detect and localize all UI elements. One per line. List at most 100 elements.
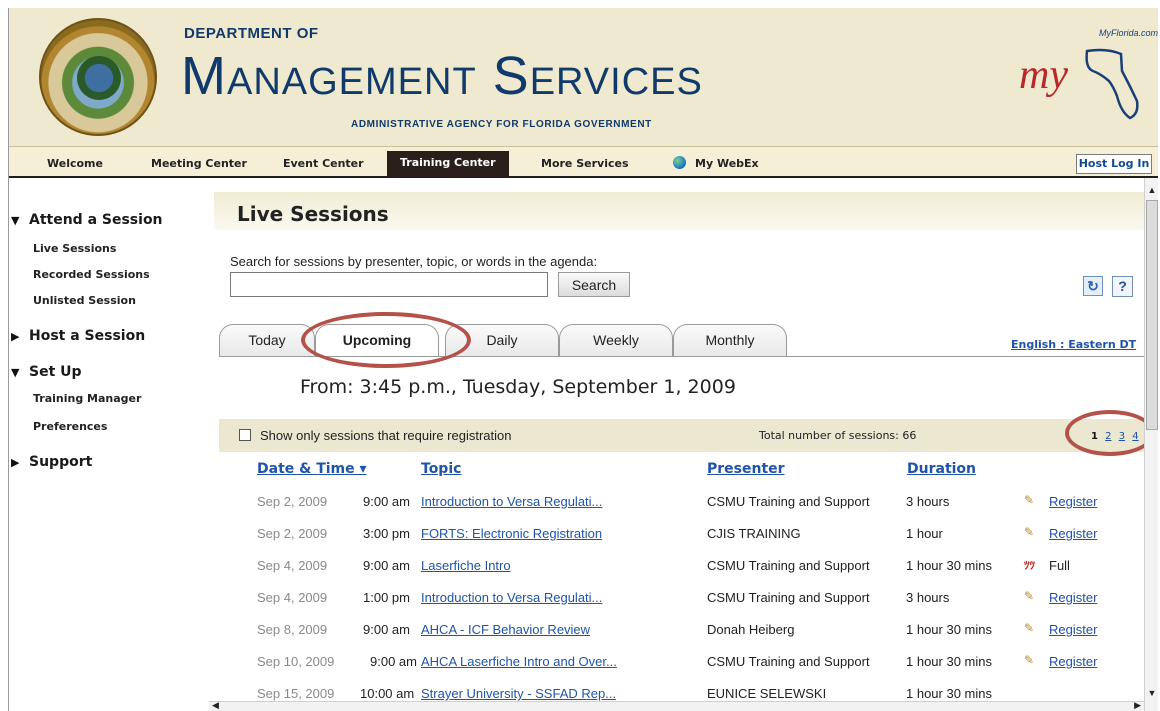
sidebar-section-host[interactable]: ▶ Host a Session <box>11 328 145 344</box>
session-time: 3:00 pm <box>363 526 410 541</box>
host-login-button[interactable]: Host Log In <box>1076 154 1152 174</box>
session-topic-link[interactable]: AHCA - ICF Behavior Review <box>421 622 590 637</box>
register-link[interactable]: Register <box>1049 590 1097 605</box>
session-date: Sep 4, 2009 <box>257 558 328 573</box>
sidebar-section-label: Attend a Session <box>29 212 163 228</box>
scroll-up-icon[interactable]: ▲ <box>1145 183 1158 198</box>
header-banner: DEPARTMENT OF Management Services ADMINI… <box>9 8 1158 146</box>
nav-more-services[interactable]: More Services <box>541 157 629 170</box>
scroll-right-icon[interactable]: ▶ <box>1134 700 1141 711</box>
nav-meeting-center[interactable]: Meeting Center <box>151 157 247 170</box>
sidebar-section-attend[interactable]: ▼ Attend a Session <box>11 212 163 228</box>
search-input[interactable] <box>230 272 548 297</box>
table-row: Sep 8, 2009 9:00 am AHCA - ICF Behavior … <box>219 614 1149 646</box>
tab-weekly[interactable]: Weekly <box>559 324 673 356</box>
sidebar-item-recorded-sessions[interactable]: Recorded Sessions <box>33 268 150 281</box>
registration-checkbox[interactable] <box>239 429 251 441</box>
sidebar-item-preferences[interactable]: Preferences <box>33 420 107 433</box>
sidebar-section-setup[interactable]: ▼ Set Up <box>11 364 82 380</box>
session-topic-link[interactable]: Introduction to Versa Regulati... <box>421 494 602 509</box>
seal-center <box>77 56 121 100</box>
from-date: From: 3:45 p.m., Tuesday, September 1, 2… <box>300 376 736 398</box>
search-button[interactable]: Search <box>558 272 630 297</box>
session-duration: 1 hour 30 mins <box>906 686 992 701</box>
tab-monthly[interactable]: Monthly <box>673 324 787 356</box>
globe-icon <box>673 156 686 169</box>
session-time: 9:00 am <box>363 558 410 573</box>
table-row: Sep 2, 2009 9:00 am Introduction to Vers… <box>219 486 1149 518</box>
register-link[interactable]: Register <box>1049 526 1097 541</box>
session-time: 1:00 pm <box>363 590 410 605</box>
triangle-right-icon: ▶ <box>11 330 20 343</box>
florida-seal-logo <box>39 18 157 136</box>
triangle-down-icon: ▼ <box>11 214 20 227</box>
session-date: Sep 4, 2009 <box>257 590 328 605</box>
session-duration: 3 hours <box>906 494 950 509</box>
sidebar-item-live-sessions[interactable]: Live Sessions <box>33 242 116 255</box>
register-icon: ✎ <box>1024 525 1035 539</box>
session-topic-link[interactable]: Strayer University - SSFAD Rep... <box>421 686 616 701</box>
myflorida-logo[interactable]: my <box>1009 26 1149 126</box>
main-content: Live Sessions Search for sessions by pre… <box>209 178 1155 711</box>
register-link[interactable]: Register <box>1049 654 1097 669</box>
session-presenter: CSMU Training and Support <box>707 590 870 605</box>
scroll-down-icon[interactable]: ▼ <box>1145 686 1158 701</box>
nav-my-webex[interactable]: My WebEx <box>695 157 759 170</box>
session-duration: 3 hours <box>906 590 950 605</box>
session-time: 9:00 am <box>370 654 417 669</box>
horizontal-scrollbar[interactable]: ◀ ▶ <box>209 700 1144 711</box>
sidebar-section-label: Set Up <box>29 364 82 380</box>
register-link[interactable]: Register <box>1049 622 1097 637</box>
sidebar-section-label: Host a Session <box>29 328 146 344</box>
language-timezone-link[interactable]: English : Eastern DT <box>1011 338 1136 351</box>
sidebar-section-support[interactable]: ▶ Support <box>11 454 92 470</box>
triangle-down-icon: ▼ <box>11 366 20 379</box>
session-date: Sep 8, 2009 <box>257 622 328 637</box>
browser-content: DEPARTMENT OF Management Services ADMINI… <box>8 8 1158 711</box>
register-link[interactable]: Register <box>1049 494 1097 509</box>
scroll-thumb[interactable] <box>1146 200 1158 430</box>
session-duration: 1 hour 30 mins <box>906 622 992 637</box>
session-topic-link[interactable]: Laserfiche Intro <box>421 558 511 573</box>
page-2-link[interactable]: 2 <box>1105 431 1111 442</box>
sidebar-item-training-manager[interactable]: Training Manager <box>33 392 141 405</box>
sidebar: ▼ Attend a Session Live Sessions Recorded… <box>9 178 209 711</box>
column-header-duration[interactable]: Duration <box>907 461 976 477</box>
refresh-icon[interactable]: ↻ <box>1083 276 1103 296</box>
tab-upcoming[interactable]: Upcoming <box>315 324 439 357</box>
table-row: Sep 4, 2009 9:00 am Laserfiche Intro CSM… <box>219 550 1149 582</box>
scroll-left-icon[interactable]: ◀ <box>212 700 219 711</box>
session-time: 9:00 am <box>363 494 410 509</box>
page-4-link[interactable]: 4 <box>1132 431 1138 442</box>
column-header-date[interactable]: Date & Time ▾ <box>257 461 367 477</box>
session-topic-link[interactable]: AHCA Laserfiche Intro and Over... <box>421 654 617 669</box>
nav-event-center[interactable]: Event Center <box>283 157 364 170</box>
page-title: Live Sessions <box>237 202 389 226</box>
dept-subtitle: ADMINISTRATIVE AGENCY FOR FLORIDA GOVERN… <box>351 119 652 130</box>
table-row: Sep 10, 2009 9:00 am AHCA Laserfiche Int… <box>219 646 1149 678</box>
session-date: Sep 10, 2009 <box>257 654 335 669</box>
session-date: Sep 2, 2009 <box>257 494 328 509</box>
sidebar-item-unlisted-session[interactable]: Unlisted Session <box>33 294 136 307</box>
tabs-divider <box>219 356 1149 357</box>
register-icon: ✎ <box>1024 589 1035 603</box>
nav-training-center[interactable]: Training Center <box>387 151 509 177</box>
tab-today[interactable]: Today <box>219 324 315 356</box>
myflorida-text: MyFlorida.com <box>1099 28 1158 38</box>
vertical-scrollbar[interactable]: ▲ ▼ <box>1144 178 1158 711</box>
total-sessions-count: Total number of sessions: 66 <box>759 429 917 442</box>
nav-welcome[interactable]: Welcome <box>47 157 103 170</box>
column-header-topic[interactable]: Topic <box>421 461 461 477</box>
session-duration: 1 hour 30 mins <box>906 654 992 669</box>
session-duration: 1 hour 30 mins <box>906 558 992 573</box>
session-topic-link[interactable]: FORTS: Electronic Registration <box>421 526 602 541</box>
help-icon[interactable]: ? <box>1112 276 1133 297</box>
session-date: Sep 15, 2009 <box>257 686 335 701</box>
page-3-link[interactable]: 3 <box>1119 431 1125 442</box>
column-header-presenter[interactable]: Presenter <box>707 461 785 477</box>
filter-bar: Show only sessions that require registra… <box>219 419 1149 452</box>
tab-daily[interactable]: Daily <box>445 324 559 356</box>
session-presenter: CSMU Training and Support <box>707 494 870 509</box>
session-topic-link[interactable]: Introduction to Versa Regulati... <box>421 590 602 605</box>
table-row: Sep 2, 2009 3:00 pm FORTS: Electronic Re… <box>219 518 1149 550</box>
